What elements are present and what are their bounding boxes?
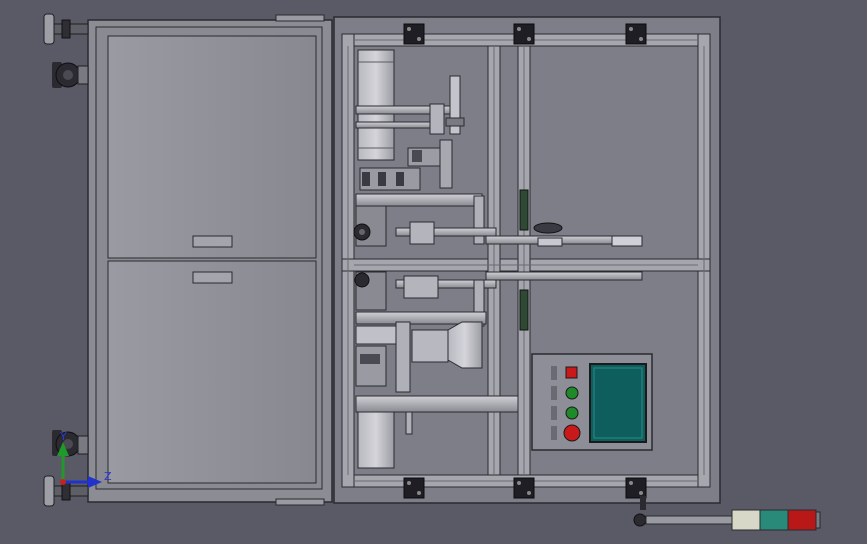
signal-light-green xyxy=(759,509,789,531)
leveling-foot-top xyxy=(43,13,89,45)
hmi-touch-screen[interactable] xyxy=(589,363,647,443)
machine-drawing: Y Z xyxy=(43,13,821,531)
reset-button-label-plate xyxy=(551,406,557,420)
y-axis-label: Y xyxy=(59,430,67,443)
z-axis-label: Z xyxy=(104,470,112,483)
signal-light-white xyxy=(731,509,761,531)
left-cabinet xyxy=(87,14,333,506)
signal-light-red xyxy=(787,509,817,531)
upper-door-handle xyxy=(192,235,233,248)
lower-sensor-strip xyxy=(519,289,529,331)
lower-door-panel xyxy=(107,260,317,484)
axis-origin xyxy=(60,479,66,485)
start-button[interactable] xyxy=(565,386,579,400)
upper-drum xyxy=(357,49,395,161)
emergency-button-label-plate xyxy=(551,426,557,440)
emergency-stop-button[interactable] xyxy=(563,424,581,442)
caster-wheel-bottom xyxy=(52,430,89,457)
reset-button[interactable] xyxy=(565,406,579,420)
upper-door-panel xyxy=(107,35,317,259)
caster-wheel-top xyxy=(52,62,89,88)
control-panel xyxy=(531,353,653,451)
start-button-label-plate xyxy=(551,386,557,400)
stop-button[interactable] xyxy=(565,366,578,379)
upper-sensor-strip xyxy=(519,189,529,231)
stop-button-label-plate xyxy=(551,366,557,380)
lower-door-handle xyxy=(192,271,233,284)
